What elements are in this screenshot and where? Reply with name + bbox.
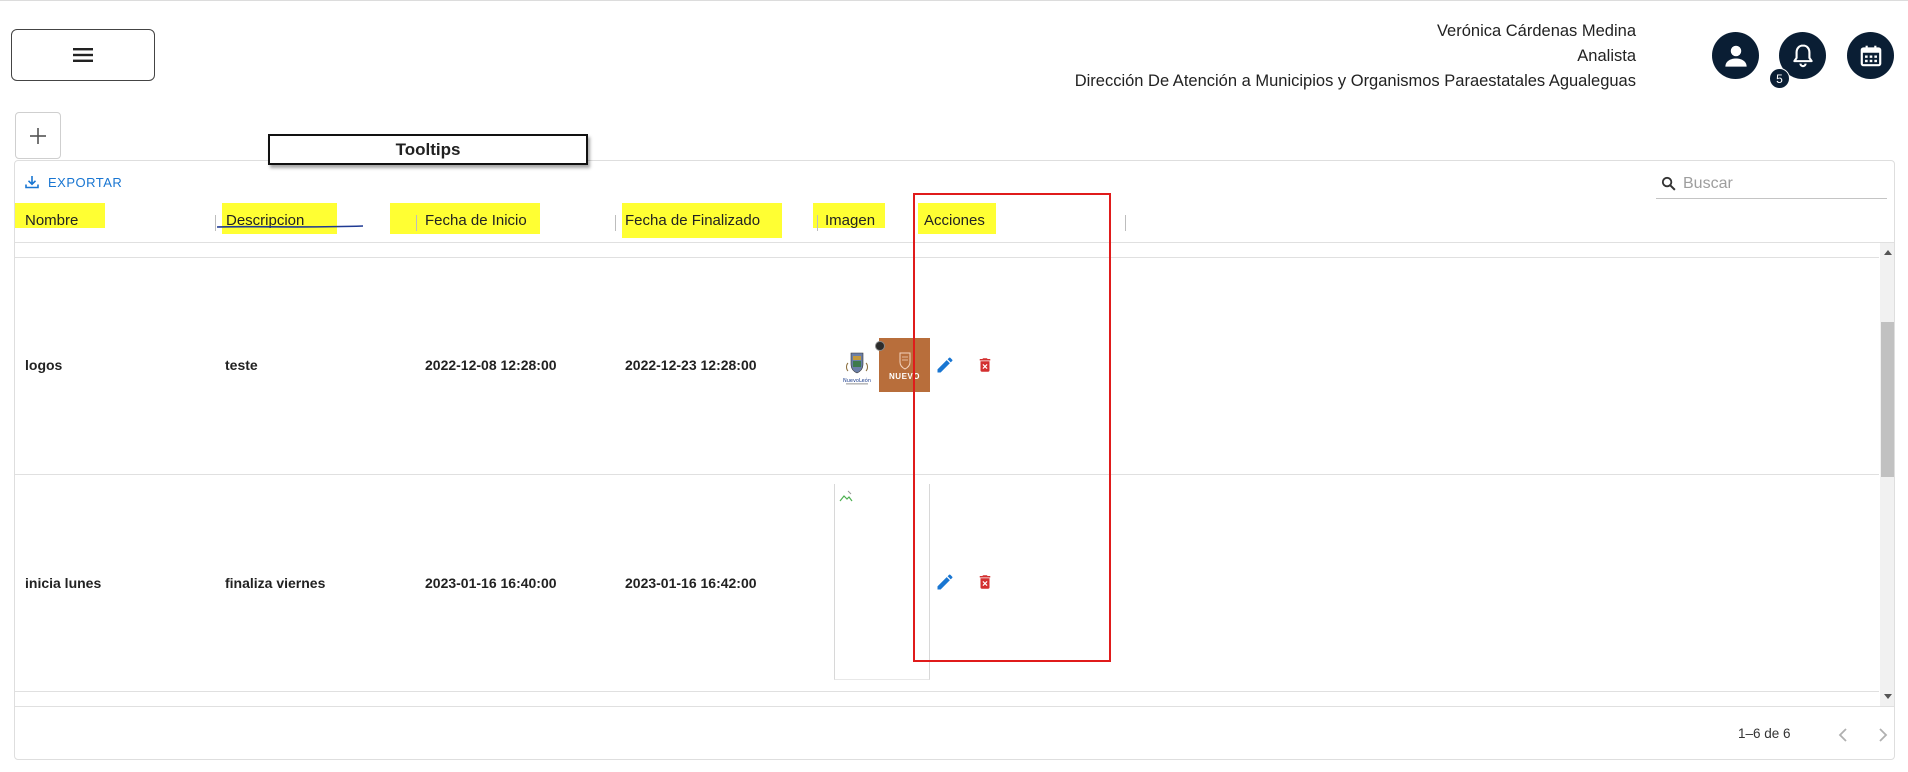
tooltips-annotation: Tooltips <box>268 134 588 165</box>
column-header-nombre[interactable]: Nombre <box>15 203 205 243</box>
edit-icon[interactable] <box>932 352 958 378</box>
row-image-logo: NuevoLeón <box>838 349 876 387</box>
menu-button[interactable] <box>11 29 155 81</box>
cell-fecha-inicio: 2022-12-08 12:28:00 <box>425 357 557 373</box>
export-label: EXPORTAR <box>48 174 123 190</box>
column-header-descripcion[interactable]: Descripcion <box>215 203 405 243</box>
scroll-down-icon[interactable] <box>1881 690 1894 704</box>
data-grid: EXPORTAR Nombre Descripcion Fecha de Ini… <box>14 160 1895 760</box>
notification-badge: 5 <box>1769 68 1790 89</box>
column-header-label: Nombre <box>25 212 79 229</box>
row-image-card: NUEVO <box>879 338 930 392</box>
row-divider <box>15 257 1879 258</box>
cell-fecha-fin: 2023-01-16 16:42:00 <box>625 575 757 591</box>
column-header-imagen[interactable]: Imagen <box>813 203 913 243</box>
user-role: Analista <box>1577 47 1636 65</box>
column-header-label: Acciones <box>924 212 985 229</box>
edit-icon[interactable] <box>932 569 958 595</box>
footer-divider <box>15 706 1894 707</box>
user-department: Dirección De Atención a Municipios y Org… <box>1074 72 1636 90</box>
pen-underline-mark <box>216 225 364 228</box>
search-input[interactable] <box>1683 174 1883 193</box>
search-box[interactable] <box>1656 169 1887 199</box>
card-text: NUEVO <box>889 371 920 381</box>
export-button[interactable]: EXPORTAR <box>24 174 122 190</box>
row-divider <box>15 691 1879 692</box>
header-divider <box>15 242 1894 243</box>
bell-icon <box>1792 43 1813 67</box>
scroll-up-icon[interactable] <box>1881 245 1894 259</box>
account-button[interactable] <box>1712 32 1759 79</box>
search-icon <box>1661 176 1676 191</box>
scrollbar-thumb[interactable] <box>1881 322 1894 477</box>
plus-icon <box>30 127 46 144</box>
download-icon <box>25 176 39 189</box>
calendar-button[interactable] <box>1847 32 1894 79</box>
cell-fecha-fin: 2022-12-23 12:28:00 <box>625 357 757 373</box>
cell-fecha-inicio: 2023-01-16 16:40:00 <box>425 575 557 591</box>
next-page-icon[interactable] <box>1871 723 1894 747</box>
prev-page-icon[interactable] <box>1831 723 1855 747</box>
column-header-label: Fecha de Finalizado <box>625 212 761 229</box>
user-name: Verónica Cárdenas Medina <box>1436 22 1636 40</box>
info-dot-icon <box>875 341 885 351</box>
user-info: Verónica Cárdenas Medina Analista Direcc… <box>1075 19 1636 94</box>
column-header-label: Imagen <box>825 212 876 229</box>
pagination-label: 1–6 de 6 <box>1738 726 1791 741</box>
cell-descripcion: finaliza viernes <box>225 575 326 591</box>
delete-icon[interactable] <box>972 569 998 595</box>
column-header-fecha-fin[interactable]: Fecha de Finalizado <box>615 203 805 243</box>
top-divider <box>0 0 1908 1</box>
column-header-label: Fecha de Inicio <box>425 212 527 229</box>
add-button[interactable] <box>15 112 61 159</box>
column-header-row: Nombre Descripcion Fecha de Inicio Fecha… <box>15 203 1126 243</box>
logo-text: NuevoLeón <box>843 377 871 384</box>
row-divider <box>15 474 1879 475</box>
cell-nombre: logos <box>25 357 63 373</box>
column-header-acciones: Acciones <box>918 203 1128 243</box>
broken-image-icon <box>839 490 853 502</box>
row-image-broken <box>834 484 930 680</box>
column-header-fecha-inicio[interactable]: Fecha de Inicio <box>390 203 580 243</box>
menu-icon <box>73 48 93 62</box>
calendar-icon <box>1860 45 1881 66</box>
cell-nombre: inicia lunes <box>25 575 102 591</box>
account-icon <box>1724 45 1747 67</box>
delete-icon[interactable] <box>972 352 998 378</box>
cell-descripcion: teste <box>225 357 258 373</box>
